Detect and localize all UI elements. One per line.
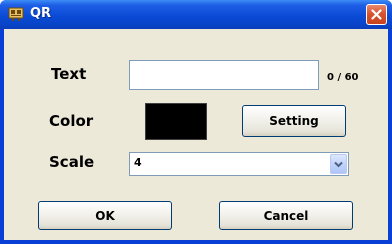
text-input-box[interactable] [129,60,319,90]
text-label: Text [51,65,87,83]
qr-app-icon [8,7,24,21]
scale-select[interactable]: 4 [129,152,349,176]
setting-button[interactable]: Setting [242,105,346,137]
ok-button[interactable]: OK [38,201,172,230]
dialog-body: Text 0 / 60 Color Setting Scale 4 OK Can… [4,29,388,240]
window-title: QR [30,6,52,21]
color-label: Color [49,112,94,130]
color-swatch[interactable] [145,103,207,140]
close-button[interactable] [366,4,387,25]
scale-dropdown-button[interactable] [330,154,347,174]
scale-label: Scale [49,153,95,171]
scale-selected-value: 4 [134,156,142,169]
character-counter: 0 / 60 [327,72,359,83]
qr-dialog-window: QR Text 0 / 60 Color Setting Scale 4 OK … [0,0,392,244]
cancel-button[interactable]: Cancel [219,201,353,230]
title-bar[interactable]: QR [0,0,392,29]
text-input[interactable] [130,61,318,89]
